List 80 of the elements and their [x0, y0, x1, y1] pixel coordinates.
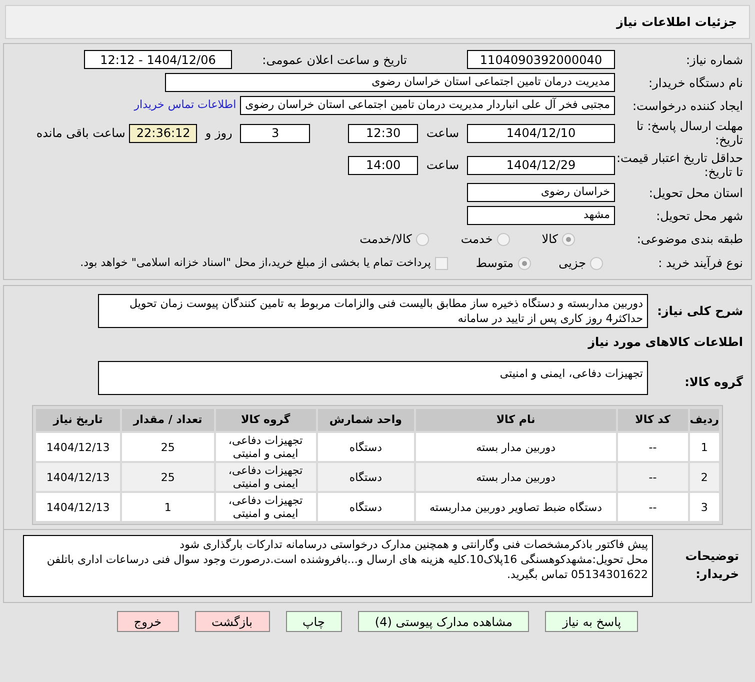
- column-header: نام کالا: [416, 409, 616, 431]
- table-cell-text: 25: [160, 470, 176, 486]
- table-cell-text: 25: [160, 440, 176, 456]
- table-cell-text: --: [648, 470, 658, 486]
- action-button[interactable]: خروج: [116, 611, 178, 632]
- field-label: ایجاد کننده درخواست:: [631, 98, 743, 112]
- table-cell-text: 1404/12/13: [45, 470, 111, 486]
- goods-group-area: تجهیزات دفاعی، ایمنی و امنیتی: [98, 361, 648, 395]
- radio-label: متوسط: [476, 255, 514, 272]
- radio-label: کالا: [542, 231, 558, 248]
- radio-label: کالا/خدمت: [360, 231, 412, 248]
- contact-link[interactable]: اطلاعات تماس خریدار: [134, 97, 236, 114]
- value-field: 3: [240, 124, 310, 142]
- action-button[interactable]: پاسخ به نیاز: [545, 611, 638, 632]
- value-field: 1404/12/06 - 12:12: [84, 50, 232, 69]
- notes-area: پیش فاکتور باذکرمشخصات فنی وگارانتی و همچنین مدارک درخواستی درسامانه تدارکات بارگذاری شود محل تحویل:مشهدکوهسنگی 16پلاک10.کلیه هزینه های ارسال و...بافروشنده است.درصورت وجود سوال فنی درساعات اداری باتلفن 05134301622 تماس بگیرید.: [23, 535, 653, 597]
- field-label: طبقه بندی موضوعی:: [636, 232, 743, 246]
- value-field: 1404/12/10: [467, 124, 615, 142]
- table-cell-text: تجهیزات دفاعی، ایمنی و امنیتی: [227, 493, 304, 521]
- description-area: دوربین مداربسته و دستگاه ذخیره ساز مطابق بالیست فنی والزامات مربوط به تامین کنندگان پیوست زمان تحویل حداکثر4 روز کاری پس از تایید در سامانه: [98, 294, 648, 328]
- value-field: مدیریت درمان تامین اجتماعی استان خراسان رضوی: [165, 73, 615, 92]
- field-label: ساعت: [426, 157, 459, 174]
- countdown-field: 22:36:12: [129, 124, 198, 142]
- value-field: 1404/12/29: [467, 156, 615, 174]
- field-label: شرح کلی نیاز:: [656, 303, 743, 320]
- action-button[interactable]: مشاهده مدارک پیوستی (4): [358, 611, 530, 632]
- field-label: نام دستگاه خریدار:: [648, 76, 743, 90]
- action-button[interactable]: چاپ: [286, 611, 342, 632]
- table-cell-text: --: [648, 440, 658, 456]
- table-cell-text: 1404/12/13: [45, 500, 111, 516]
- field-label: ساعت باقی مانده: [36, 125, 126, 142]
- value-field: خراسان رضوی: [467, 183, 615, 202]
- value-field: 1104090392000040: [467, 50, 615, 69]
- field-label: حداقل تاریخ اعتبار قیمت: تا تاریخ:: [615, 151, 743, 179]
- section-heading: اطلاعات کالاهای مورد نیاز: [586, 334, 743, 351]
- radio-button[interactable]: [590, 256, 603, 270]
- field-label: گروه کالا:: [684, 374, 743, 391]
- field-label: توضیحات خریدار:: [684, 548, 740, 583]
- checkbox[interactable]: [434, 256, 448, 270]
- field-label: نوع فرآیند خرید :: [657, 256, 743, 270]
- table-cell-text: دستگاه: [348, 500, 383, 516]
- radio-button[interactable]: [496, 232, 510, 246]
- table-cell-text: 1: [163, 500, 172, 516]
- field-label: تاریخ و ساعت اعلان عمومی:: [261, 52, 407, 66]
- value-field: 14:00: [348, 156, 418, 174]
- table-cell-text: 2: [700, 470, 709, 486]
- value-field: مشهد: [467, 206, 615, 225]
- field-label: مهلت ارسال پاسخ: تا تاریخ:: [635, 119, 743, 147]
- field-label: شهر محل تحویل:: [655, 208, 743, 222]
- table-cell-text: تجهیزات دفاعی، ایمنی و امنیتی: [227, 433, 304, 461]
- table-cell-text: 3: [700, 500, 709, 516]
- radio-button[interactable]: [562, 232, 575, 246]
- column-header: تعداد / مقدار: [122, 409, 214, 431]
- table-cell-text: 1404/12/13: [45, 440, 111, 456]
- radio-button[interactable]: [416, 232, 429, 246]
- column-header: تاریخ نیاز: [36, 409, 120, 431]
- column-header: ردیف: [690, 409, 719, 431]
- table-cell-text: دوربین مدار بسته: [475, 470, 556, 486]
- radio-button[interactable]: [518, 256, 531, 270]
- value-field: 12:30: [348, 124, 418, 142]
- table-cell-text: 1: [700, 440, 709, 456]
- table-cell-text: --: [648, 500, 658, 516]
- table-cell-text: دستگاه: [348, 440, 383, 456]
- column-header: گروه کالا: [216, 409, 316, 431]
- field-label: ساعت: [426, 125, 459, 142]
- column-header: واحد شمارش: [318, 409, 414, 431]
- field-label: استان محل تحویل:: [648, 186, 743, 200]
- field-label: روز و: [205, 125, 232, 142]
- page-title: جزئیات اطلاعات نیاز: [616, 14, 737, 31]
- column-header: کد کالا: [618, 409, 688, 431]
- table-cell-text: دوربین مدار بسته: [475, 440, 556, 456]
- table-cell-text: تجهیزات دفاعی، ایمنی و امنیتی: [227, 463, 304, 491]
- action-button[interactable]: بازگشت: [194, 611, 270, 632]
- table-cell-text: دستگاه: [348, 470, 383, 486]
- checkbox-label: پرداخت تمام یا بخشی از مبلغ خرید،از محل "اسناد خزانه اسلامی" خواهد بود.: [80, 254, 431, 271]
- table-cell-text: دستگاه ضبط تصاویر دوربین مداربسته: [428, 500, 604, 516]
- field-label: شماره نیاز:: [685, 52, 743, 66]
- value-field: مجتبی فخر آل علی انباردار مدیریت درمان تامین اجتماعی استان خراسان رضوی: [240, 96, 615, 115]
- radio-label: خدمت: [460, 231, 493, 248]
- radio-label: جزیی: [558, 255, 586, 272]
